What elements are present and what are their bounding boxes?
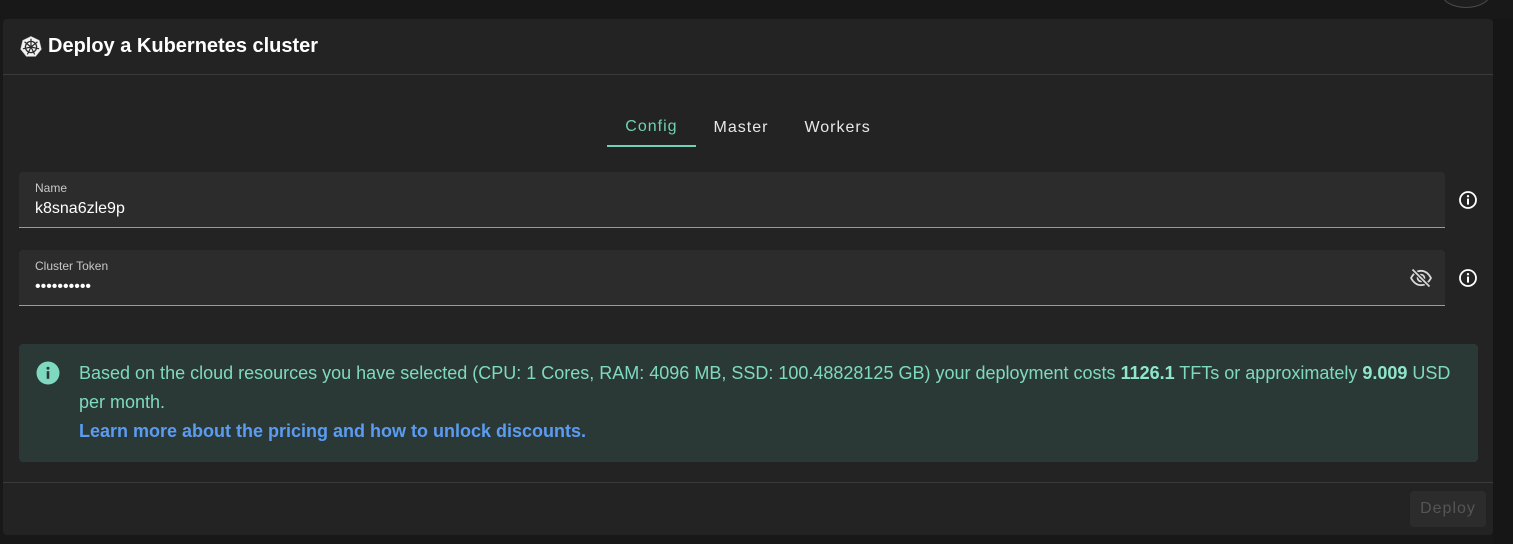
tab-bar: Config Master Workers bbox=[3, 109, 1493, 147]
kubernetes-icon bbox=[20, 35, 42, 57]
card-footer: Deploy bbox=[3, 482, 1493, 535]
usd-cost: 9.009 bbox=[1362, 363, 1408, 383]
name-info-icon[interactable] bbox=[1457, 189, 1479, 211]
pricing-link[interactable]: Learn more about the pricing and how to … bbox=[79, 421, 586, 441]
page-title: Deploy a Kubernetes cluster bbox=[48, 35, 319, 57]
cluster-token-label: Cluster Token bbox=[35, 259, 109, 273]
cluster-token-field[interactable]: Cluster Token bbox=[19, 250, 1445, 306]
name-field[interactable]: Name bbox=[19, 172, 1445, 228]
deploy-card: Deploy a Kubernetes cluster Config Maste… bbox=[3, 19, 1493, 535]
pricing-text: Based on the cloud resources you have se… bbox=[79, 359, 1458, 417]
eye-off-icon[interactable] bbox=[1409, 266, 1433, 290]
name-field-label: Name bbox=[35, 181, 68, 195]
pricing-alert: Based on the cloud resources you have se… bbox=[19, 344, 1478, 462]
deploy-button[interactable]: Deploy bbox=[1410, 491, 1486, 527]
cluster-token-info-icon[interactable] bbox=[1457, 267, 1479, 289]
info-icon bbox=[36, 361, 60, 385]
name-input[interactable] bbox=[35, 200, 1385, 218]
page: Deploy a Kubernetes cluster Config Maste… bbox=[0, 0, 1513, 544]
scrollbar-track[interactable] bbox=[1493, 19, 1513, 544]
tab-config[interactable]: Config bbox=[607, 109, 696, 147]
pricing-text-middle: TFTs or approximately bbox=[1174, 363, 1363, 383]
card-header: Deploy a Kubernetes cluster bbox=[3, 19, 1493, 75]
tab-workers[interactable]: Workers bbox=[786, 109, 888, 147]
tft-cost: 1126.1 bbox=[1120, 363, 1175, 383]
pricing-text-prefix: Based on the cloud resources you have se… bbox=[79, 363, 1121, 383]
cluster-token-input[interactable] bbox=[35, 278, 1365, 296]
tab-master[interactable]: Master bbox=[696, 109, 787, 147]
avatar[interactable] bbox=[1441, 0, 1491, 8]
